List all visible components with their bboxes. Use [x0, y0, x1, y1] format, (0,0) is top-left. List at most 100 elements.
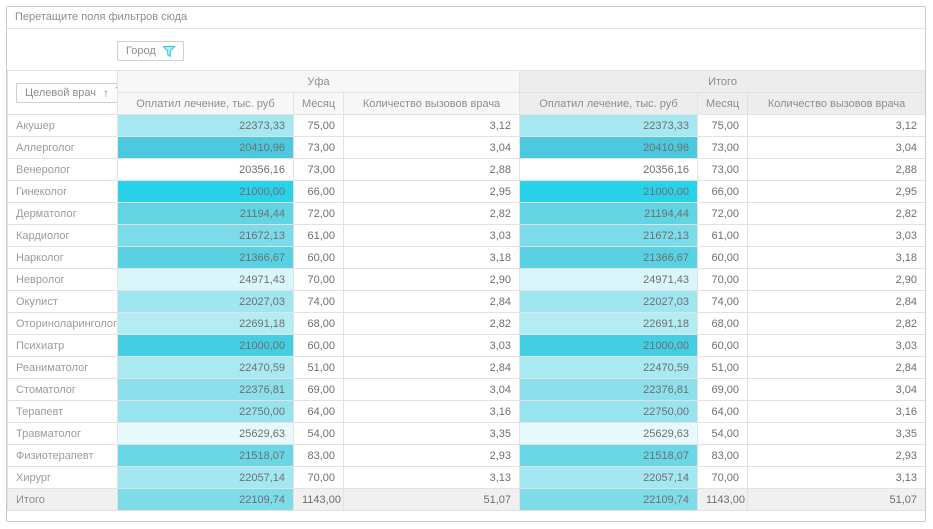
cell-total-month[interactable]: 60,00: [698, 247, 748, 269]
row-field-button-doctor[interactable]: Целевой врач ↑: [16, 83, 118, 103]
cell-ufa-month[interactable]: 70,00: [294, 269, 344, 291]
cell-total-paid[interactable]: 20410,96: [520, 137, 698, 159]
row-label[interactable]: Хирург: [8, 467, 118, 489]
cell-ufa-month[interactable]: 74,00: [294, 291, 344, 313]
cell-total-month[interactable]: 69,00: [698, 379, 748, 401]
cell-ufa-calls[interactable]: 2,84: [344, 291, 520, 313]
cell-ufa-paid[interactable]: 25629,63: [118, 423, 294, 445]
cell-total-paid[interactable]: 21518,07: [520, 445, 698, 467]
cell-ufa-month[interactable]: 73,00: [294, 159, 344, 181]
cell-total-calls[interactable]: 2,90: [748, 269, 926, 291]
filter-funnel-icon[interactable]: [163, 46, 175, 57]
cell-total-month[interactable]: 70,00: [698, 467, 748, 489]
cell-ufa-paid[interactable]: 22027,03: [118, 291, 294, 313]
cell-total-paid[interactable]: 21000,00: [520, 181, 698, 203]
cell-total-paid[interactable]: 21672,13: [520, 225, 698, 247]
cell-total-calls[interactable]: 3,04: [748, 137, 926, 159]
cell-ufa-calls[interactable]: 51,07: [344, 489, 520, 511]
cell-total-paid[interactable]: 22109,74: [520, 489, 698, 511]
cell-total-month[interactable]: 70,00: [698, 269, 748, 291]
cell-ufa-month[interactable]: 60,00: [294, 335, 344, 357]
cell-ufa-calls[interactable]: 3,35: [344, 423, 520, 445]
cell-total-paid[interactable]: 25629,63: [520, 423, 698, 445]
cell-total-calls[interactable]: 2,84: [748, 291, 926, 313]
cell-total-month[interactable]: 73,00: [698, 159, 748, 181]
cell-ufa-month[interactable]: 64,00: [294, 401, 344, 423]
cell-ufa-month[interactable]: 69,00: [294, 379, 344, 401]
row-label[interactable]: Итого: [8, 489, 118, 511]
cell-total-calls[interactable]: 3,03: [748, 335, 926, 357]
cell-ufa-calls[interactable]: 3,03: [344, 335, 520, 357]
cell-total-month[interactable]: 83,00: [698, 445, 748, 467]
cell-total-calls[interactable]: 2,82: [748, 313, 926, 335]
cell-ufa-calls[interactable]: 3,12: [344, 115, 520, 137]
cell-ufa-calls[interactable]: 3,16: [344, 401, 520, 423]
header-total-paid[interactable]: Оплатил лечение, тыс. руб: [520, 93, 698, 115]
cell-ufa-paid[interactable]: 21518,07: [118, 445, 294, 467]
cell-total-paid[interactable]: 22750,00: [520, 401, 698, 423]
column-group-ufa[interactable]: Уфа: [118, 71, 520, 93]
cell-ufa-calls[interactable]: 3,13: [344, 467, 520, 489]
cell-ufa-paid[interactable]: 21000,00: [118, 181, 294, 203]
cell-total-month[interactable]: 61,00: [698, 225, 748, 247]
cell-total-calls[interactable]: 2,93: [748, 445, 926, 467]
filter-drop-area[interactable]: Перетащите поля фильтров сюда: [7, 7, 925, 29]
cell-ufa-paid[interactable]: 22057,14: [118, 467, 294, 489]
cell-total-month[interactable]: 74,00: [698, 291, 748, 313]
header-total-calls[interactable]: Количество вызовов врача: [748, 93, 926, 115]
cell-ufa-month[interactable]: 60,00: [294, 247, 344, 269]
cell-total-paid[interactable]: 24971,43: [520, 269, 698, 291]
cell-total-paid[interactable]: 21194,44: [520, 203, 698, 225]
cell-total-calls[interactable]: 3,13: [748, 467, 926, 489]
cell-total-month[interactable]: 68,00: [698, 313, 748, 335]
cell-total-calls[interactable]: 51,07: [748, 489, 926, 511]
cell-total-paid[interactable]: 22470,59: [520, 357, 698, 379]
cell-ufa-month[interactable]: 68,00: [294, 313, 344, 335]
row-label[interactable]: Кардиолог: [8, 225, 118, 247]
header-ufa-calls[interactable]: Количество вызовов врача: [344, 93, 520, 115]
cell-total-month[interactable]: 66,00: [698, 181, 748, 203]
cell-total-paid[interactable]: 22057,14: [520, 467, 698, 489]
row-label[interactable]: Реаниматолог: [8, 357, 118, 379]
row-label[interactable]: Травматолог: [8, 423, 118, 445]
cell-total-month[interactable]: 54,00: [698, 423, 748, 445]
cell-ufa-month[interactable]: 51,00: [294, 357, 344, 379]
cell-ufa-calls[interactable]: 2,95: [344, 181, 520, 203]
cell-total-calls[interactable]: 3,35: [748, 423, 926, 445]
cell-total-month[interactable]: 60,00: [698, 335, 748, 357]
cell-total-calls[interactable]: 3,04: [748, 379, 926, 401]
row-label[interactable]: Физиотерапевт: [8, 445, 118, 467]
row-label[interactable]: Невролог: [8, 269, 118, 291]
cell-total-paid[interactable]: 22376,81: [520, 379, 698, 401]
header-total-month[interactable]: Месяц: [698, 93, 748, 115]
cell-ufa-month[interactable]: 73,00: [294, 137, 344, 159]
cell-ufa-calls[interactable]: 3,18: [344, 247, 520, 269]
cell-ufa-calls[interactable]: 2,84: [344, 357, 520, 379]
cell-ufa-month[interactable]: 1143,00: [294, 489, 344, 511]
cell-ufa-paid[interactable]: 21000,00: [118, 335, 294, 357]
cell-ufa-month[interactable]: 83,00: [294, 445, 344, 467]
cell-ufa-month[interactable]: 72,00: [294, 203, 344, 225]
cell-total-paid[interactable]: 21000,00: [520, 335, 698, 357]
row-label[interactable]: Стоматолог: [8, 379, 118, 401]
cell-total-calls[interactable]: 2,95: [748, 181, 926, 203]
column-group-total[interactable]: Итого: [520, 71, 926, 93]
cell-ufa-paid[interactable]: 22691,18: [118, 313, 294, 335]
cell-ufa-month[interactable]: 54,00: [294, 423, 344, 445]
cell-total-month[interactable]: 75,00: [698, 115, 748, 137]
row-label[interactable]: Венеролог: [8, 159, 118, 181]
cell-total-calls[interactable]: 2,84: [748, 357, 926, 379]
cell-total-calls[interactable]: 3,12: [748, 115, 926, 137]
cell-total-calls[interactable]: 2,88: [748, 159, 926, 181]
cell-ufa-calls[interactable]: 2,82: [344, 203, 520, 225]
cell-total-month[interactable]: 73,00: [698, 137, 748, 159]
cell-total-month[interactable]: 64,00: [698, 401, 748, 423]
row-label[interactable]: Аллерголог: [8, 137, 118, 159]
cell-total-calls[interactable]: 3,16: [748, 401, 926, 423]
row-label[interactable]: Гинеколог: [8, 181, 118, 203]
cell-total-paid[interactable]: 22373,33: [520, 115, 698, 137]
cell-total-calls[interactable]: 3,03: [748, 225, 926, 247]
cell-ufa-paid[interactable]: 22373,33: [118, 115, 294, 137]
cell-ufa-paid[interactable]: 22470,59: [118, 357, 294, 379]
cell-ufa-month[interactable]: 61,00: [294, 225, 344, 247]
